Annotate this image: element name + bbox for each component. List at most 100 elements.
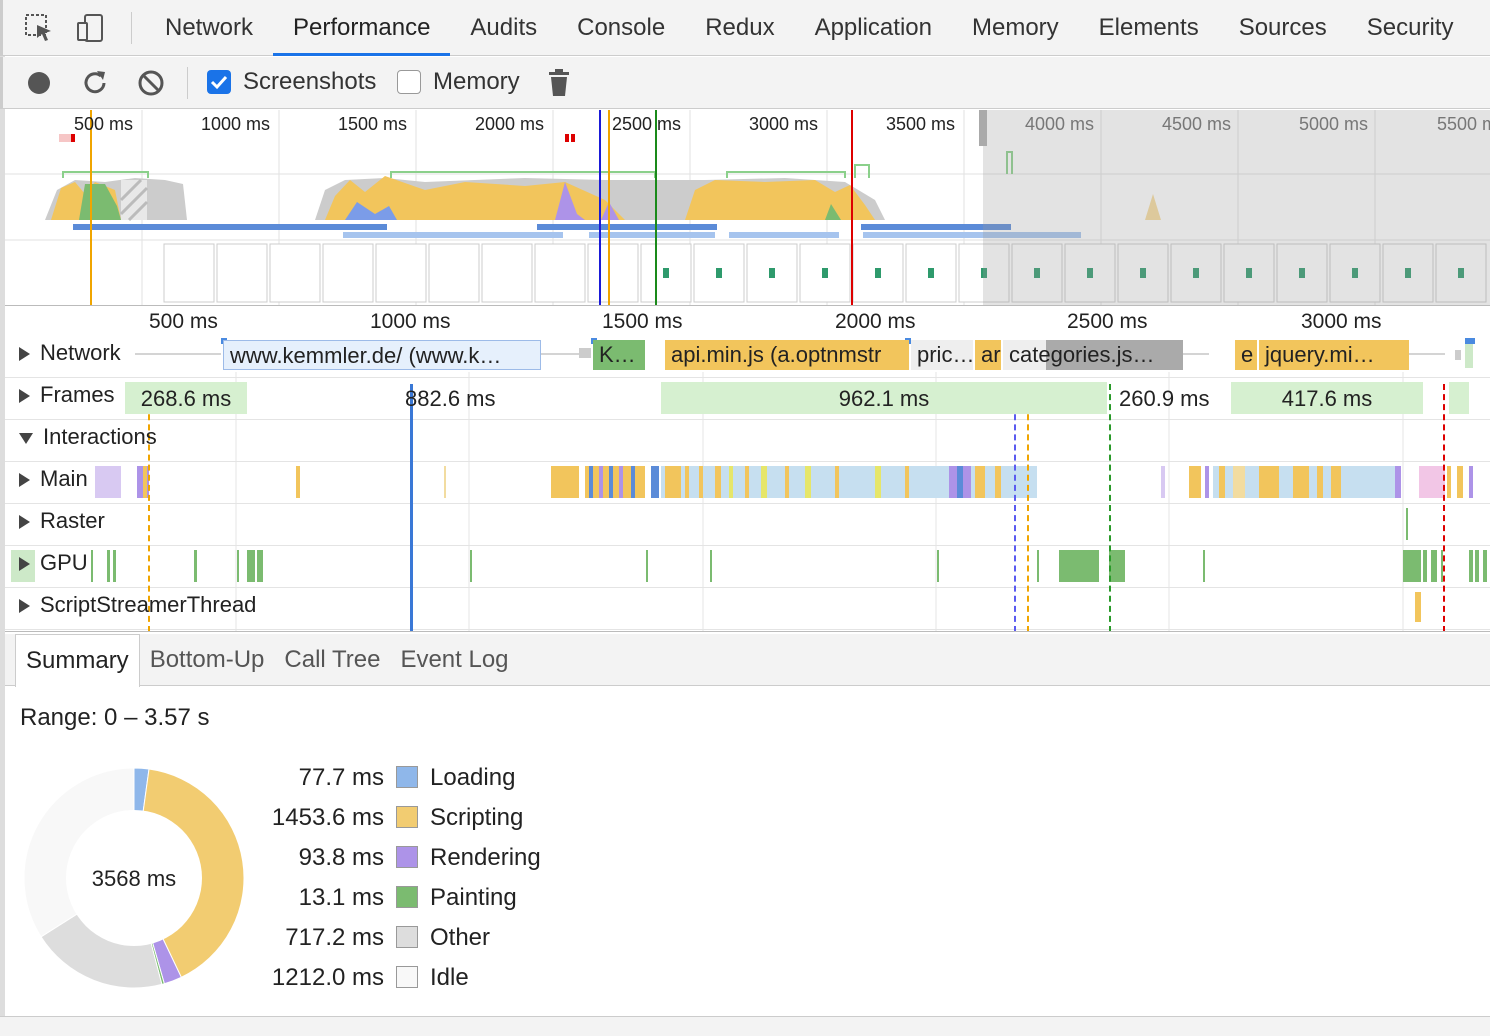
frame-block[interactable]: 962.1 ms bbox=[661, 382, 1107, 414]
legend-swatch bbox=[396, 966, 418, 988]
summary-donut-chart: 3568 ms bbox=[23, 767, 245, 989]
network-request[interactable]: e bbox=[1235, 340, 1257, 370]
track-name: GPU bbox=[40, 550, 88, 575]
summary-range: Range: 0 – 3.57 s bbox=[20, 704, 210, 731]
network-request[interactable]: pric… bbox=[911, 340, 973, 370]
ruler-tick: 1500 ms bbox=[602, 310, 683, 333]
frames-track[interactable]: Frames 268.6 ms 882.6 ms 962.1 ms 260.9 … bbox=[5, 378, 1490, 420]
trash-icon[interactable] bbox=[543, 67, 575, 99]
screenshots-label: Screenshots bbox=[243, 68, 377, 95]
overview-tick: 3500 ms bbox=[886, 114, 956, 134]
main-track[interactable]: Main bbox=[5, 462, 1490, 504]
legend-value: 77.7 ms bbox=[298, 764, 384, 791]
subtab-bottom-up[interactable]: Bottom-Up bbox=[140, 634, 275, 686]
clear-icon[interactable] bbox=[135, 67, 167, 99]
frame-block[interactable]: 268.6 ms bbox=[125, 382, 247, 414]
frames-track-label[interactable]: Frames bbox=[19, 382, 115, 408]
ruler-tick: 1000 ms bbox=[370, 310, 451, 333]
interactions-track[interactable]: Interactions bbox=[5, 420, 1490, 462]
track-name: Main bbox=[40, 466, 88, 491]
subtab-call-tree[interactable]: Call Tree bbox=[274, 634, 390, 686]
frame-block-partial[interactable] bbox=[1449, 382, 1469, 414]
overview-tick: 5000 ms bbox=[1299, 114, 1369, 134]
track-name: Frames bbox=[40, 382, 115, 407]
timeline-overview[interactable]: 500 ms 1000 ms 1500 ms 2000 ms 2500 ms 3… bbox=[5, 110, 1490, 306]
selection-marker bbox=[410, 384, 413, 631]
tab-network[interactable]: Network bbox=[145, 0, 273, 56]
network-request[interactable]: ar bbox=[975, 340, 1001, 370]
legend-name: Idle bbox=[430, 964, 469, 991]
overview-tick: 2500 ms bbox=[612, 114, 682, 134]
subtab-event-log[interactable]: Event Log bbox=[390, 634, 518, 686]
tab-audits[interactable]: Audits bbox=[450, 0, 557, 56]
device-toolbar-icon[interactable] bbox=[75, 12, 107, 44]
expand-triangle-icon[interactable] bbox=[19, 599, 30, 614]
inspect-element-icon[interactable] bbox=[23, 12, 55, 44]
raster-activity bbox=[1406, 508, 1408, 540]
network-request[interactable]: www.kemmler.de/ (www.k… bbox=[223, 340, 541, 370]
network-track-label[interactable]: Network bbox=[19, 340, 121, 366]
tab-redux[interactable]: Redux bbox=[685, 0, 794, 56]
main-thread-activity bbox=[95, 466, 1473, 498]
tab-memory[interactable]: Memory bbox=[952, 0, 1079, 56]
script-streamer-track-label[interactable]: ScriptStreamerThread bbox=[19, 592, 256, 618]
first-meaningful-paint-marker bbox=[1109, 384, 1111, 631]
expand-triangle-icon[interactable] bbox=[19, 347, 30, 362]
gpu-track-label[interactable]: GPU bbox=[19, 550, 88, 576]
tab-elements[interactable]: Elements bbox=[1079, 0, 1219, 56]
tab-performance[interactable]: Performance bbox=[273, 0, 451, 56]
network-request[interactable]: jquery.mi… bbox=[1259, 340, 1409, 370]
details-tabs: Summary Bottom-Up Call Tree Event Log bbox=[5, 634, 1490, 687]
legend-row-rendering: 93.8 ms Rendering bbox=[260, 840, 660, 876]
interactions-track-label[interactable]: Interactions bbox=[19, 424, 157, 450]
track-name: Interactions bbox=[43, 424, 157, 449]
legend-swatch bbox=[396, 766, 418, 788]
network-request[interactable]: api.min.js (a.optnmstr bbox=[665, 340, 909, 370]
reload-record-icon[interactable] bbox=[79, 67, 111, 99]
ruler-tick: 2500 ms bbox=[1067, 310, 1148, 333]
network-request[interactable]: categories.js… bbox=[1003, 340, 1183, 370]
legend-name: Loading bbox=[430, 764, 516, 791]
screenshots-checkbox[interactable] bbox=[207, 70, 231, 94]
overview-tick: 3000 ms bbox=[749, 114, 819, 134]
network-request[interactable]: K… bbox=[593, 340, 645, 370]
tab-console[interactable]: Console bbox=[557, 0, 685, 56]
legend-value: 1212.0 ms bbox=[271, 964, 384, 991]
legend-name: Scripting bbox=[430, 804, 524, 831]
legend-row-other: 717.2 ms Other bbox=[260, 920, 660, 956]
onload-marker bbox=[1443, 384, 1445, 631]
raster-track-label[interactable]: Raster bbox=[19, 508, 105, 534]
tab-security[interactable]: Security bbox=[1347, 0, 1474, 56]
legend-row-loading: 77.7 ms Loading bbox=[260, 760, 660, 796]
tab-application[interactable]: Application bbox=[795, 0, 952, 56]
memory-checkbox[interactable] bbox=[397, 70, 421, 94]
tab-bar-separator bbox=[131, 12, 132, 44]
donut-total: 3568 ms bbox=[92, 866, 176, 891]
track-name: ScriptStreamerThread bbox=[40, 592, 257, 617]
expand-triangle-icon[interactable] bbox=[19, 473, 30, 488]
frame-block[interactable]: 417.6 ms bbox=[1231, 382, 1423, 414]
record-icon[interactable] bbox=[23, 67, 55, 99]
ruler-tick: 3000 ms bbox=[1301, 310, 1382, 333]
expand-triangle-icon[interactable] bbox=[19, 557, 30, 572]
raster-track[interactable]: Raster bbox=[5, 504, 1490, 546]
network-track[interactable]: Network www.kemmler.de/ (www.k… K… api.m… bbox=[5, 336, 1490, 378]
legend-swatch bbox=[396, 846, 418, 868]
script-streamer-track[interactable]: ScriptStreamerThread bbox=[5, 588, 1490, 630]
tab-sources[interactable]: Sources bbox=[1219, 0, 1347, 56]
legend-name: Painting bbox=[430, 884, 517, 911]
legend-value: 1453.6 ms bbox=[271, 804, 384, 831]
expand-triangle-icon[interactable] bbox=[19, 515, 30, 530]
collapse-triangle-icon[interactable] bbox=[19, 432, 33, 444]
overview-tick: 4500 ms bbox=[1162, 114, 1232, 134]
memory-label: Memory bbox=[433, 68, 520, 95]
frame-block[interactable]: 260.9 ms bbox=[1119, 382, 1210, 416]
flamechart-tracks[interactable]: Network www.kemmler.de/ (www.k… K… api.m… bbox=[5, 336, 1490, 632]
overview-tick: 1000 ms bbox=[201, 114, 271, 134]
main-track-label[interactable]: Main bbox=[19, 466, 88, 492]
gpu-track[interactable]: GPU bbox=[5, 546, 1490, 588]
frame-block[interactable]: 882.6 ms bbox=[405, 382, 496, 416]
expand-triangle-icon[interactable] bbox=[19, 389, 30, 404]
overview-tick: 500 ms bbox=[74, 114, 134, 134]
subtab-summary[interactable]: Summary bbox=[15, 634, 140, 687]
